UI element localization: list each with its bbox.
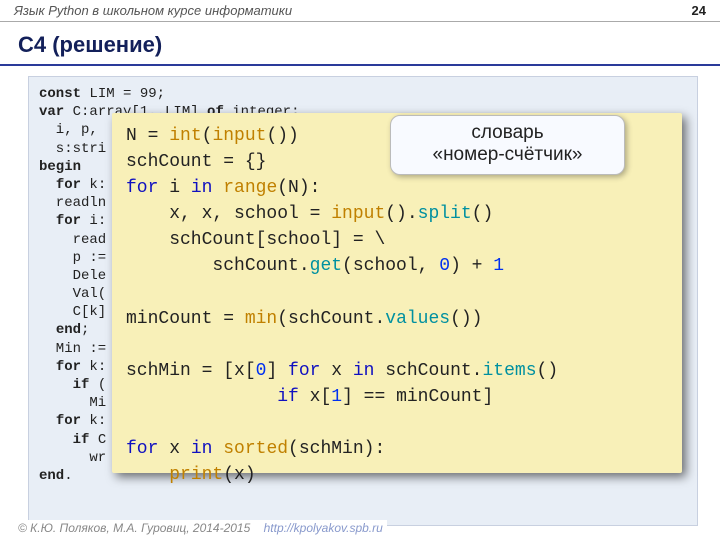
annotation-callout: словарь «номер-счётчик» <box>390 115 625 175</box>
footer-copyright: © К.Ю. Поляков, М.А. Гуровиц, 2014-2015 <box>18 521 250 535</box>
course-subtitle: Язык Python в школьном курсе информатики <box>14 3 292 21</box>
slide-header: Язык Python в школьном курсе информатики… <box>0 0 720 22</box>
annotation-line2: «номер-счётчик» <box>395 144 620 166</box>
slide-title: C4 (решение) <box>0 22 720 66</box>
page-number: 24 <box>692 3 706 21</box>
annotation-line1: словарь <box>395 122 620 144</box>
footer-link: http://kpolyakov.spb.ru <box>264 521 383 535</box>
slide-footer: © К.Ю. Поляков, М.А. Гуровиц, 2014-2015 … <box>14 520 387 536</box>
